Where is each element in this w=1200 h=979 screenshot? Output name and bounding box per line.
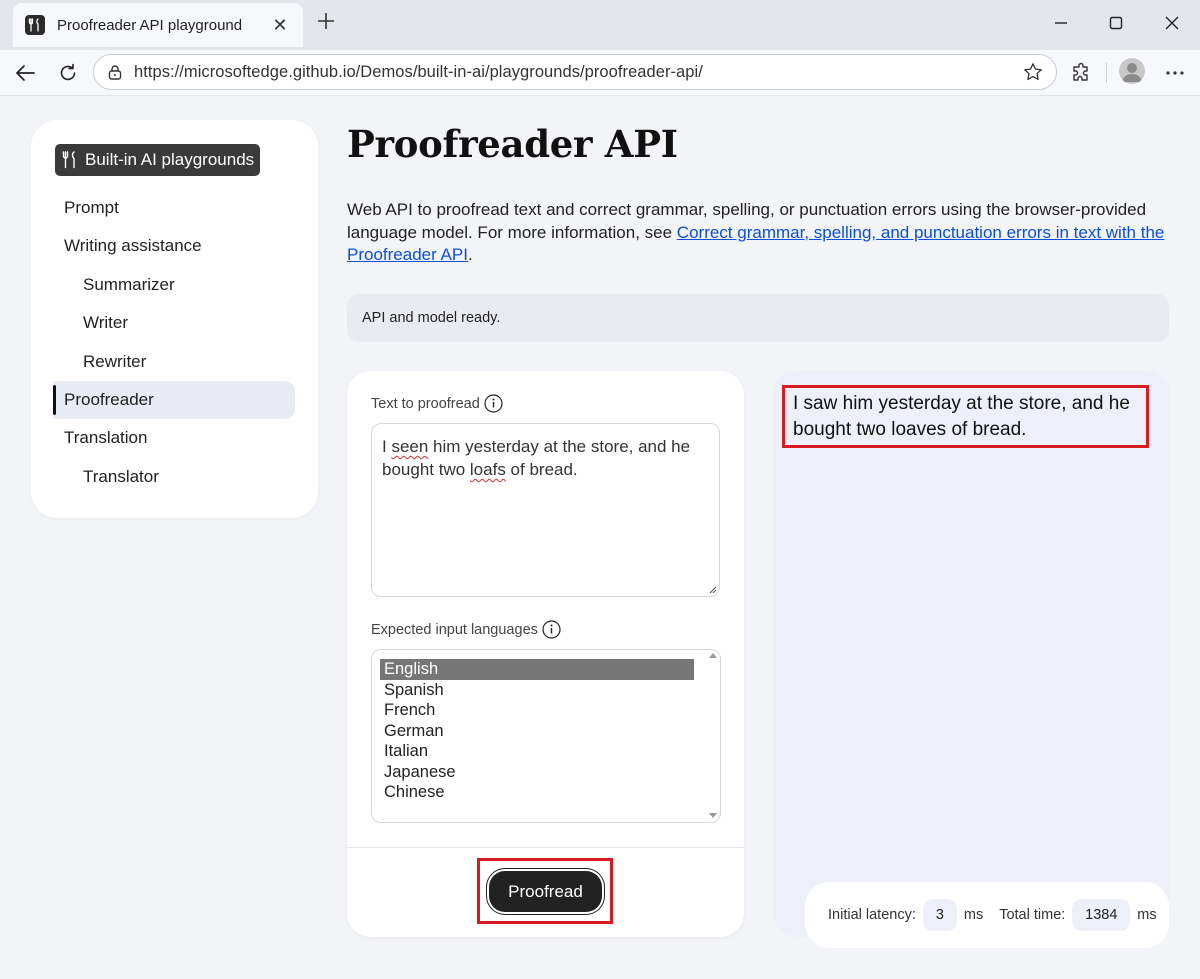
page-title: Proofreader API bbox=[347, 122, 678, 166]
browser-tab[interactable]: Proofreader API playground ✕ bbox=[13, 3, 303, 47]
sidebar-item-translator[interactable]: Translator bbox=[53, 458, 295, 496]
close-window-icon[interactable] bbox=[1159, 10, 1185, 36]
page-content: Built-in AI playgrounds Prompt Writing a… bbox=[5, 96, 1195, 974]
form-divider bbox=[347, 847, 744, 848]
sidebar-item-translation[interactable]: Translation bbox=[53, 419, 295, 457]
sidebar-nav: Built-in AI playgrounds Prompt Writing a… bbox=[31, 120, 318, 518]
sidebar-item-summarizer[interactable]: Summarizer bbox=[53, 266, 295, 304]
scroll-up-icon[interactable] bbox=[709, 653, 717, 658]
toolbar-divider bbox=[1106, 63, 1107, 83]
language-option-german[interactable]: German bbox=[380, 721, 694, 742]
tools-icon bbox=[61, 151, 79, 169]
initial-latency-value: 3 bbox=[922, 899, 957, 931]
refresh-icon[interactable] bbox=[54, 59, 82, 87]
output-highlight-box bbox=[782, 385, 1149, 448]
language-option-spanish[interactable]: Spanish bbox=[380, 680, 694, 701]
spelling-error-word: loafs bbox=[469, 460, 506, 479]
title-bar: Proofreader API playground ✕ bbox=[0, 0, 1200, 50]
scroll-down-icon[interactable] bbox=[709, 813, 717, 818]
sidebar-item-proofreader[interactable]: Proofreader bbox=[53, 381, 295, 419]
info-icon[interactable] bbox=[542, 620, 561, 639]
spelling-error-word: seen bbox=[391, 437, 429, 456]
status-message: API and model ready. bbox=[347, 294, 1169, 342]
maximize-icon[interactable] bbox=[1103, 10, 1129, 36]
minimize-icon[interactable] bbox=[1048, 10, 1074, 36]
language-option-french[interactable]: French bbox=[380, 700, 694, 721]
brand-home-link[interactable]: Built-in AI playgrounds bbox=[55, 144, 261, 176]
profile-avatar-icon[interactable] bbox=[1119, 58, 1145, 84]
close-tab-icon[interactable]: ✕ bbox=[269, 14, 291, 36]
language-option-italian[interactable]: Italian bbox=[380, 741, 694, 762]
language-option-english[interactable]: English bbox=[380, 659, 694, 680]
text-part: of bread. bbox=[505, 460, 578, 479]
back-arrow-icon[interactable] bbox=[11, 59, 39, 87]
languages-label-text: Expected input languages bbox=[371, 621, 538, 638]
sidebar-item-prompt[interactable]: Prompt bbox=[53, 189, 295, 227]
languages-label: Expected input languages bbox=[371, 620, 561, 639]
tab-title: Proofreader API playground bbox=[57, 16, 243, 34]
description-end: . bbox=[467, 245, 473, 264]
brand-label: Built-in AI playgrounds bbox=[85, 150, 255, 169]
total-time-label: Total time: bbox=[999, 907, 1066, 923]
resize-handle-icon[interactable] bbox=[707, 584, 717, 594]
text-to-proofread-input[interactable]: I seen him yesterday at the store, and h… bbox=[371, 423, 720, 597]
text-input-label: Text to proofread bbox=[371, 394, 503, 413]
new-tab-icon[interactable] bbox=[313, 10, 339, 36]
sidebar-item-writer[interactable]: Writer bbox=[53, 304, 295, 342]
sidebar-item-rewriter[interactable]: Rewriter bbox=[53, 343, 295, 381]
browser-window: Proofreader API playground ✕ https://mic… bbox=[0, 0, 1200, 979]
languages-listbox[interactable]: English Spanish French German Italian Ja… bbox=[371, 649, 721, 823]
lock-icon[interactable] bbox=[106, 63, 124, 81]
extensions-puzzle-icon[interactable] bbox=[1068, 59, 1096, 87]
url-text[interactable]: https://microsoftedge.github.io/Demos/bu… bbox=[134, 63, 1022, 82]
info-icon[interactable] bbox=[484, 394, 503, 413]
language-option-chinese[interactable]: Chinese bbox=[380, 782, 694, 803]
total-time-unit: ms bbox=[1137, 907, 1157, 923]
timing-metrics: Initial latency: 3 ms Total time: 1384 m… bbox=[805, 882, 1169, 948]
total-time-value: 1384 bbox=[1072, 899, 1131, 931]
output-panel: I saw him yesterday at the store, and he… bbox=[773, 371, 1170, 937]
initial-latency-label: Initial latency: bbox=[828, 907, 916, 923]
tools-favicon-icon bbox=[25, 15, 45, 35]
text-input-label-text: Text to proofread bbox=[371, 395, 480, 412]
address-bar[interactable]: https://microsoftedge.github.io/Demos/bu… bbox=[93, 54, 1057, 90]
more-options-icon[interactable] bbox=[1161, 59, 1189, 87]
sidebar-item-writing-assistance[interactable]: Writing assistance bbox=[53, 227, 295, 265]
page-description: Web API to proofread text and correct gr… bbox=[347, 199, 1177, 267]
proofread-button[interactable]: Proofread bbox=[487, 869, 604, 914]
proofread-form: Text to proofread I seen him yesterday a… bbox=[347, 371, 744, 937]
language-option-japanese[interactable]: Japanese bbox=[380, 762, 694, 783]
browser-toolbar: https://microsoftedge.github.io/Demos/bu… bbox=[0, 50, 1200, 96]
latency-unit: ms bbox=[963, 907, 984, 923]
favorite-star-icon[interactable] bbox=[1022, 61, 1044, 83]
